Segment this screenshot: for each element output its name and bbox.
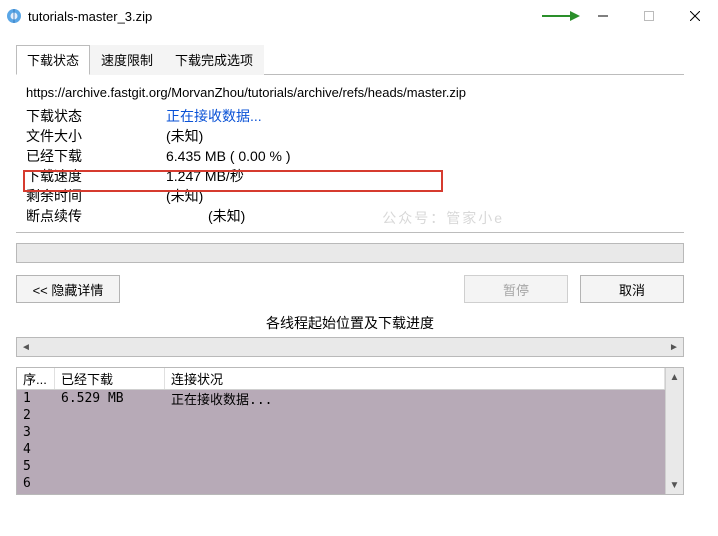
arrow-right-icon — [540, 10, 580, 22]
window-title: tutorials-master_3.zip — [28, 9, 152, 24]
resume-value: (未知) — [166, 206, 245, 226]
downloaded-label: 已经下载 — [26, 146, 166, 166]
titlebar: tutorials-master_3.zip — [0, 0, 718, 32]
thread-table: 序... 已经下载 连接状况 16.529 MB正在接收数据...23456 — [17, 368, 665, 494]
cell-downloaded: 6.529 MB — [55, 391, 165, 406]
thread-scroll-left-icon[interactable]: ◄ — [17, 338, 35, 356]
cell-index: 3 — [17, 425, 55, 440]
tab-download-status[interactable]: 下载状态 — [16, 45, 90, 75]
tab-bar: 下载状态 速度限制 下载完成选项 — [16, 44, 684, 75]
scroll-up-icon[interactable]: ▲ — [666, 368, 683, 386]
thread-progress-track — [35, 338, 665, 356]
resume-label: 断点续传 — [26, 206, 166, 226]
table-row[interactable]: 6 — [17, 475, 665, 492]
remaining-label: 剩余时间 — [26, 186, 166, 206]
cell-status: 正在接收数据... — [165, 389, 665, 408]
status-value: 正在接收数据... — [166, 106, 262, 126]
table-row[interactable]: 16.529 MB正在接收数据... — [17, 390, 665, 407]
remaining-value: (未知) — [166, 186, 203, 206]
th-downloaded[interactable]: 已经下载 — [55, 368, 165, 389]
download-url: https://archive.fastgit.org/MorvanZhou/t… — [26, 85, 674, 100]
minimize-button[interactable] — [580, 0, 626, 32]
speed-label: 下载速度 — [26, 166, 166, 186]
th-index[interactable]: 序... — [17, 368, 55, 389]
speed-value: 1.247 MB/秒 — [166, 166, 244, 186]
table-row[interactable]: 2 — [17, 407, 665, 424]
threads-section-label: 各线程起始位置及下载进度 — [16, 313, 684, 333]
cell-index: 2 — [17, 408, 55, 423]
tab-on-complete[interactable]: 下载完成选项 — [164, 45, 264, 75]
close-button[interactable] — [672, 0, 718, 32]
table-row[interactable]: 5 — [17, 458, 665, 475]
thread-scroll-right-icon[interactable]: ► — [665, 338, 683, 356]
maximize-button[interactable] — [626, 0, 672, 32]
cancel-button[interactable]: 取消 — [580, 275, 684, 303]
thread-progress-bar: ◄ ► — [16, 337, 684, 357]
downloaded-value: 6.435 MB ( 0.00 % ) — [166, 146, 291, 166]
thread-table-scrollbar[interactable]: ▲ ▼ — [665, 368, 683, 494]
filesize-label: 文件大小 — [26, 126, 166, 146]
scroll-thumb[interactable] — [666, 386, 683, 476]
watermark-text: 公众号：管家小e — [382, 208, 504, 228]
cell-index: 4 — [17, 442, 55, 457]
scroll-down-icon[interactable]: ▼ — [666, 476, 683, 494]
tab-speed-limit[interactable]: 速度限制 — [90, 45, 164, 75]
thread-table-header: 序... 已经下载 连接状况 — [17, 368, 665, 390]
table-row[interactable]: 4 — [17, 441, 665, 458]
hide-details-button[interactable]: << 隐藏详情 — [16, 275, 120, 303]
cell-index: 1 — [17, 391, 55, 406]
window-controls — [580, 0, 718, 32]
cell-index: 5 — [17, 459, 55, 474]
th-status[interactable]: 连接状况 — [165, 368, 665, 389]
cell-index: 6 — [17, 476, 55, 491]
pause-button[interactable]: 暂停 — [464, 275, 568, 303]
status-label: 下载状态 — [26, 106, 166, 126]
progress-bar — [16, 243, 684, 263]
download-info-panel: https://archive.fastgit.org/MorvanZhou/t… — [16, 75, 684, 233]
table-row[interactable]: 3 — [17, 424, 665, 441]
app-icon — [6, 8, 22, 24]
filesize-value: (未知) — [166, 126, 203, 146]
